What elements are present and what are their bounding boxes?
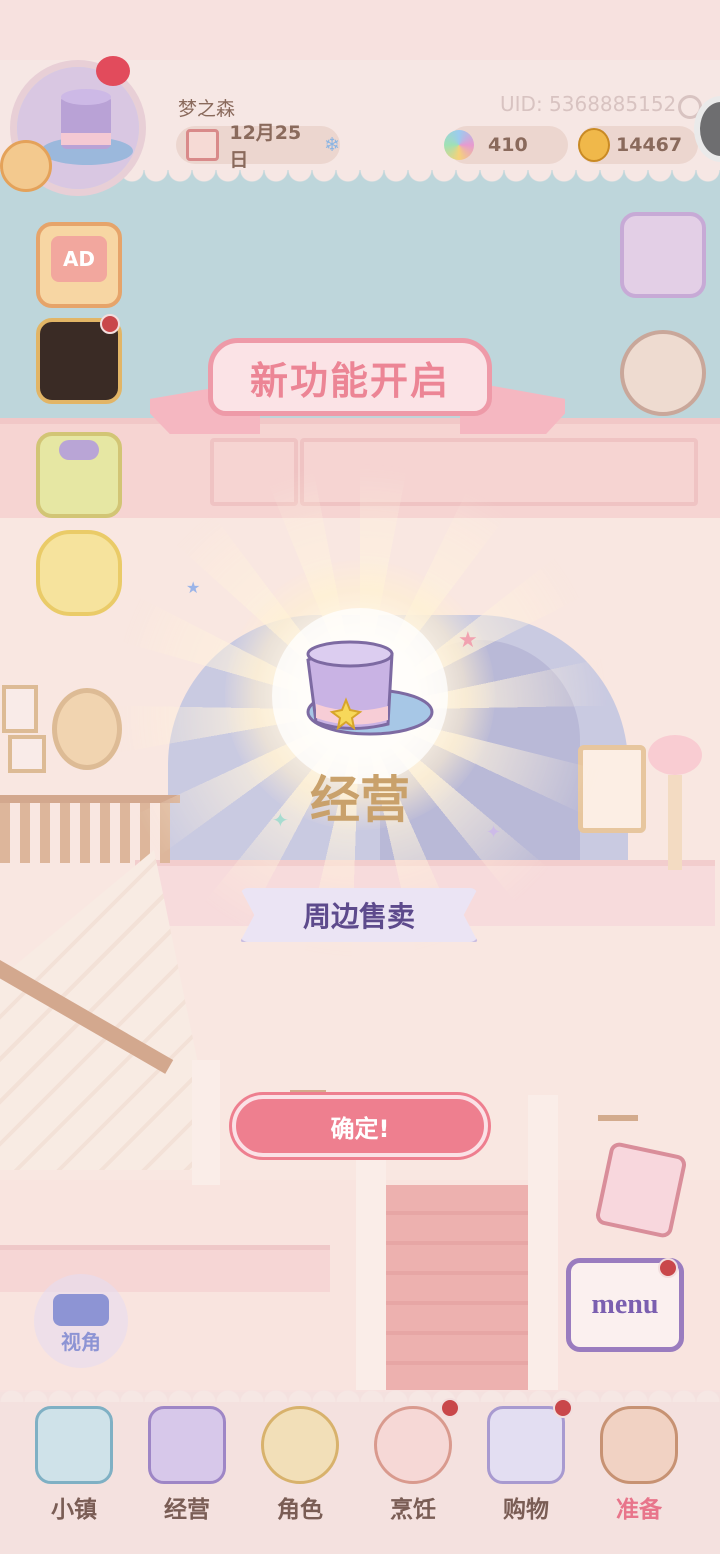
gems-count: 410 xyxy=(488,134,528,156)
raccoon-chat-button[interactable] xyxy=(620,330,706,416)
coins-count: 14467 xyxy=(616,134,683,156)
bottom-nav-scallop xyxy=(0,1380,720,1402)
star-character-button[interactable] xyxy=(36,530,122,616)
pillar xyxy=(356,1160,386,1390)
nav-label: 小镇 xyxy=(51,1497,97,1522)
notification-dot xyxy=(440,1398,460,1418)
top-hat-icon xyxy=(148,1406,226,1484)
calendar-icon xyxy=(186,129,220,161)
nav-cooking[interactable]: 烹饪 xyxy=(357,1400,469,1522)
red-carpet xyxy=(386,1185,528,1390)
cooking-icon xyxy=(374,1406,452,1484)
gift-event-button[interactable] xyxy=(620,212,706,298)
nav-label: 烹饪 xyxy=(390,1497,436,1522)
prepare-basket-icon xyxy=(600,1406,678,1484)
sparkle-icon: ✦ xyxy=(486,822,502,843)
confirm-button[interactable]: 确定! xyxy=(232,1095,488,1157)
menu-label: menu xyxy=(591,1289,659,1320)
nav-label-active: 准备 xyxy=(616,1497,662,1522)
snowflake-icon: ❄ xyxy=(324,134,340,156)
nav-label: 角色 xyxy=(277,1497,323,1522)
notification-dot xyxy=(553,1398,573,1418)
confirm-label: 确定! xyxy=(330,1114,390,1143)
sparkle-icon: ★ xyxy=(458,628,478,653)
nav-characters[interactable]: 角色 xyxy=(244,1400,356,1522)
date-pill: 12月25日 ❄ xyxy=(176,122,340,171)
nav-label: 经营 xyxy=(164,1497,210,1522)
gift-box-button[interactable] xyxy=(36,432,122,518)
notification-dot xyxy=(658,1258,678,1278)
feature-name: 经营 xyxy=(310,772,410,828)
character-icon xyxy=(261,1406,339,1484)
nav-town[interactable]: 小镇 xyxy=(18,1400,130,1522)
view-label: 视角 xyxy=(61,1330,101,1354)
shopping-bag-icon xyxy=(487,1406,565,1484)
mascot-icon xyxy=(0,140,52,192)
coins-pill[interactable]: 14467 xyxy=(578,126,698,164)
flower-stand xyxy=(668,775,682,870)
ad-button[interactable]: AD xyxy=(36,222,122,308)
date-text: 12月25日 xyxy=(229,122,302,171)
picture-frame xyxy=(2,685,38,733)
candelabra xyxy=(290,1040,326,1096)
nav-prepare[interactable]: 准备 xyxy=(583,1400,695,1522)
banner-title: 新功能开启 xyxy=(249,360,450,403)
picture-frame xyxy=(8,735,46,773)
banner-ribbon: 新功能开启 xyxy=(208,338,492,416)
candelabra xyxy=(598,1020,638,1121)
rose-decoration xyxy=(96,56,130,86)
pillar xyxy=(192,1060,220,1185)
feature-desc: 周边售卖 xyxy=(302,902,415,933)
gems-pill[interactable]: 410 xyxy=(444,126,568,164)
gift-bow-icon xyxy=(59,440,99,460)
flower-vase xyxy=(648,735,702,775)
ad-tv-screen: AD xyxy=(51,236,107,282)
uid-text[interactable]: UID: 5368885152 xyxy=(500,92,676,116)
camera-icon xyxy=(53,1294,109,1326)
coin-icon xyxy=(578,128,610,162)
feature-desc-plaque: 周边售卖 xyxy=(240,888,478,942)
sparkle-icon: ★ xyxy=(186,578,201,597)
nav-business[interactable]: 经营 xyxy=(131,1400,243,1522)
town-map-icon xyxy=(35,1406,113,1484)
nav-label: 购物 xyxy=(503,1497,549,1522)
gem-flower-icon xyxy=(444,130,474,160)
view-button[interactable]: 视角 xyxy=(34,1274,128,1368)
top-hat-icon xyxy=(306,640,434,736)
player-name: 梦之森 xyxy=(178,98,236,120)
pillar xyxy=(528,1095,558,1390)
notification-dot xyxy=(100,314,120,334)
nav-shopping[interactable]: 购物 xyxy=(470,1400,582,1522)
sparkle-icon: ✦ xyxy=(272,808,289,832)
